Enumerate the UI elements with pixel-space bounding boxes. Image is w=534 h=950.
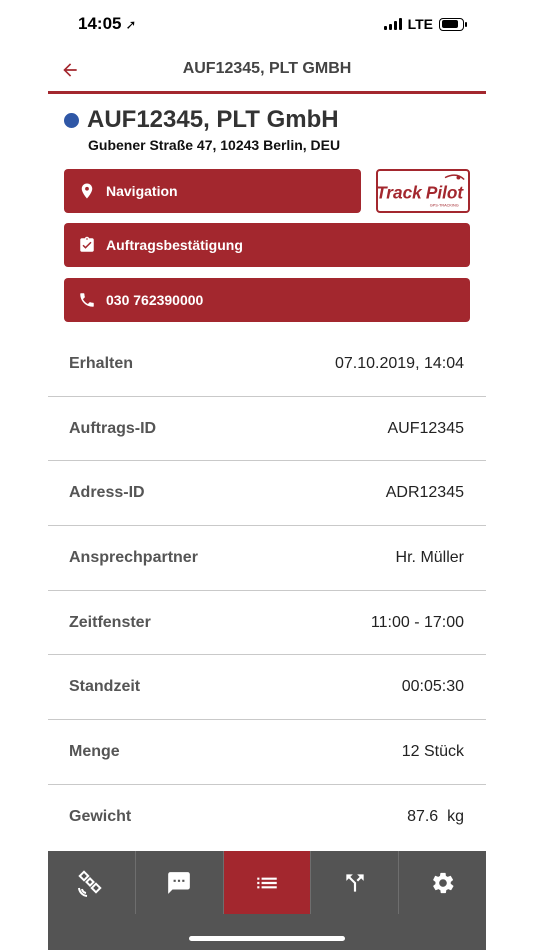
tab-messages[interactable] (136, 851, 224, 914)
signal-strength-icon (383, 18, 402, 30)
list-icon (257, 877, 277, 888)
battery-icon (439, 17, 467, 31)
home-indicator[interactable] (189, 936, 345, 941)
logo-pilot-text: Pilot (426, 183, 465, 203)
order-status-dot (64, 112, 79, 128)
network-type: LTE (407, 16, 433, 32)
order-confirmation-button[interactable]: Auftragsbestätigung (64, 223, 470, 267)
chat-icon (168, 871, 191, 894)
detail-value: 00:05:30 (401, 678, 464, 696)
detail-row-address-id: Adress-ID ADR12345 (48, 461, 486, 527)
order-confirmation-label: Auftragsbestätigung (106, 237, 243, 253)
route-icon (346, 873, 364, 892)
order-details-list: Erhalten 07.10.2019, 14:04 Auftrags-ID A… (48, 332, 486, 850)
detail-label: Zeitfenster (69, 613, 151, 631)
tab-satellite[interactable] (48, 851, 136, 914)
status-bar: 14:05 ➚ LTE (0, 0, 534, 50)
detail-value: AUF12345 (387, 419, 465, 437)
detail-row-received: Erhalten 07.10.2019, 14:04 (48, 332, 486, 397)
detail-value: 11:00 - 17:00 (370, 613, 464, 631)
tab-orders[interactable] (223, 851, 312, 914)
tab-settings[interactable] (399, 851, 486, 914)
detail-row-standing-time: Standzeit 00:05:30 (48, 655, 486, 721)
navigation-button[interactable]: Navigation (64, 169, 361, 213)
detail-row-order-id: Auftrags-ID AUF12345 (48, 397, 486, 462)
phone-icon (76, 289, 98, 311)
detail-row-time-window: Zeitfenster 11:00 - 17:00 (48, 591, 486, 656)
trackpilot-logo[interactable]: Track Pilot GPS-TRACKING (376, 169, 470, 213)
navigation-label: Navigation (106, 183, 178, 199)
satellite-icon (78, 869, 103, 897)
page-title: AUF12345, PLT GMBH (182, 60, 352, 77)
order-title: AUF12345, PLT GmbH (87, 106, 339, 133)
gear-icon (432, 872, 454, 893)
detail-value: ADR12345 (385, 484, 464, 502)
app-header: AUF12345, PLT GMBH (48, 50, 486, 94)
tab-route[interactable] (311, 851, 400, 914)
location-arrow-icon: ➚ (125, 17, 137, 32)
detail-label: Standzeit (69, 678, 141, 696)
logo-subtext: GPS-TRACKING (430, 203, 459, 207)
detail-label: Erhalten (69, 354, 134, 372)
detail-label: Gewicht (69, 808, 132, 826)
clipboard-check-icon (76, 234, 98, 256)
detail-label: Menge (69, 742, 120, 760)
logo-track-text: Track (378, 183, 423, 203)
detail-value: 07.10.2019, 14:04 (334, 354, 464, 372)
detail-label: Auftrags-ID (69, 419, 157, 437)
detail-label: Adress-ID (69, 484, 145, 502)
home-indicator-area (48, 914, 486, 950)
status-indicators: LTE (383, 16, 467, 32)
bottom-tab-bar (48, 851, 486, 914)
detail-label: Ansprechpartner (69, 548, 198, 566)
call-button[interactable]: 030 762390000 (64, 278, 470, 322)
location-pin-icon (76, 180, 98, 202)
order-heading: AUF12345, PLT GmbH (64, 106, 339, 134)
detail-row-quantity: Menge 12 Stück (48, 720, 486, 785)
detail-row-weight: Gewicht 87.6 kg (48, 785, 486, 850)
detail-value: 87.6 kg (407, 808, 464, 826)
detail-value: 12 Stück (401, 742, 464, 760)
order-address: Gubener Straße 47, 10243 Berlin, DEU (88, 137, 341, 153)
clock-text: 14:05 (78, 14, 122, 33)
detail-row-contact: Ansprechpartner Hr. Müller (48, 526, 486, 591)
status-time: 14:05 ➚ (78, 14, 136, 34)
phone-number-label: 030 762390000 (106, 292, 204, 308)
detail-value: Hr. Müller (395, 548, 464, 566)
